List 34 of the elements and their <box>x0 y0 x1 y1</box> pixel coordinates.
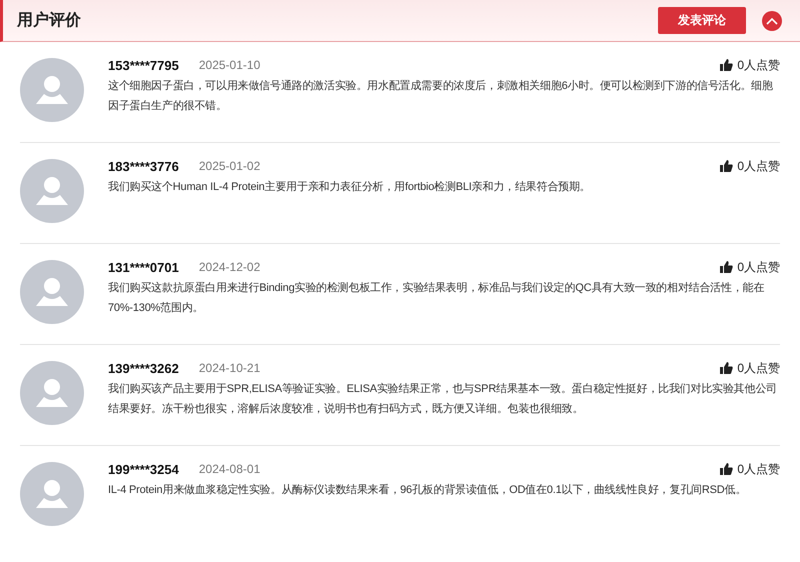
thumbs-up-icon <box>720 362 734 374</box>
review-date: 2024-12-02 <box>198 260 260 274</box>
review-text: IL-4 Protein用来做血浆稳定性实验。从酶标仪读数结果来看，96孔板的背景读值低，OD值在0.1以下，曲线线性良好，复孔间RSD低。 <box>108 482 748 498</box>
thumbs-up-icon <box>720 261 734 273</box>
username: 199****3254 <box>108 462 179 476</box>
avatar-icon <box>20 159 84 223</box>
review-date: 2025-01-10 <box>198 58 260 72</box>
username: 183****3776 <box>108 158 179 174</box>
avatar-icon <box>20 260 84 324</box>
thumbs-up-icon <box>720 59 734 71</box>
username: 139****3262 <box>108 360 179 376</box>
like-button[interactable]: 0人点赞 <box>720 158 780 174</box>
thumbs-up-icon <box>720 463 734 475</box>
username: 131****0701 <box>108 260 179 274</box>
username: 153****7795 <box>108 58 179 72</box>
review-text: 我们购买这个Human IL-4 Protein主要用于亲和力表征分析，用fortbio检测BLI亲和力，结果符合预期。 <box>108 180 592 195</box>
avatar-icon <box>20 361 84 425</box>
collapse-button[interactable] <box>762 10 782 30</box>
review-date: 2025-01-02 <box>198 159 260 173</box>
avatar-icon <box>20 58 84 122</box>
like-button[interactable]: 0人点赞 <box>720 258 780 276</box>
avatar-icon <box>20 462 84 526</box>
review-text: 这个细胞因子蛋白，可以用来做信号通路的激活实验。用水配置成需要的浓度后，刺激相关细胞6小时。便可以检测到下游的信号活化。细胞因子蛋白生产的很不错。 <box>108 78 774 114</box>
review-date: 2024-10-21 <box>198 361 260 375</box>
like-button[interactable]: 0人点赞 <box>720 460 780 478</box>
like-button[interactable]: 0人点赞 <box>720 360 780 376</box>
review-text: 我们购买该产品主要用于SPR,ELISA等验证实验。ELISA实验结果正常，也与SPR结果基本一致。蛋白稳定性挺好，比我们对比实验其他公司结果要好。冻干粉也很实，溶解后浓度较准，说明书也有扫码方式，既方便又详细。包装也很细致。 <box>108 382 778 417</box>
like-button[interactable]: 0人点赞 <box>720 56 780 74</box>
section-title: 用户评价 <box>17 10 81 31</box>
review-date: 2024-08-01 <box>198 462 260 476</box>
chevron-up-icon <box>766 16 778 24</box>
thumbs-up-icon <box>720 160 734 172</box>
post-comment-button[interactable]: 发表评论 <box>658 7 746 34</box>
review-text: 我们购买这款抗原蛋白用来进行Binding实验的检测包板工作，实验结果表明，标准品与我们设定的QC具有大致一致的相对结合活性，能在70%-130%范围内。 <box>108 280 766 316</box>
